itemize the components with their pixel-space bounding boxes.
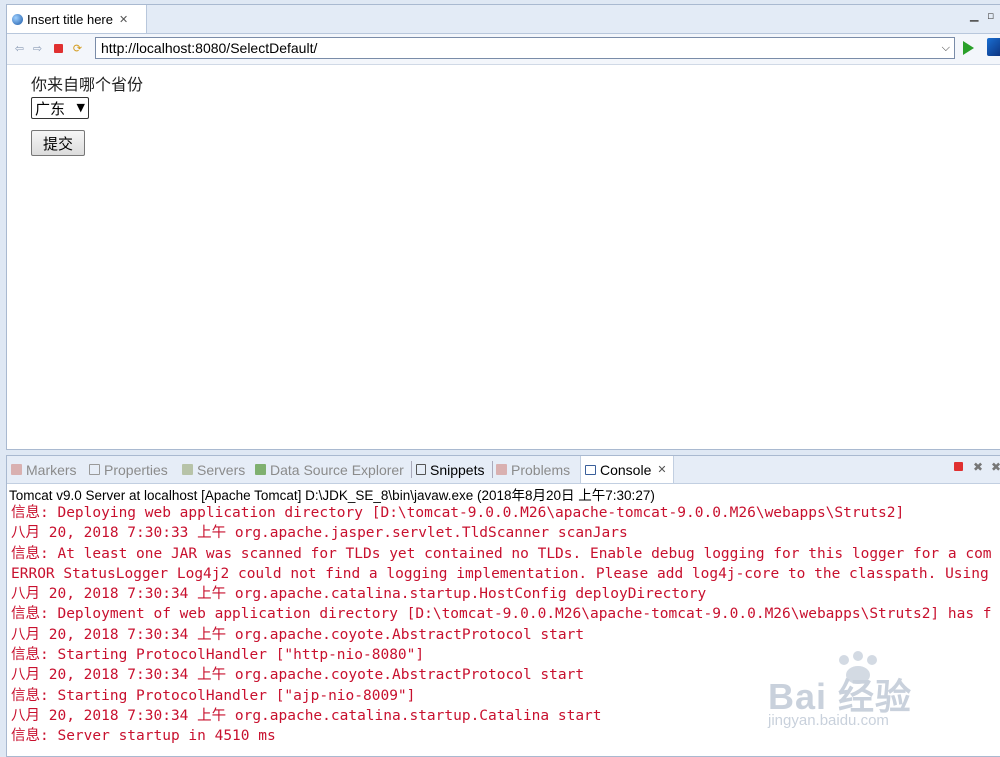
province-question: 你来自哪个省份 xyxy=(31,75,144,94)
terminate-icon[interactable] xyxy=(953,461,965,473)
database-icon xyxy=(255,464,266,475)
back-icon[interactable]: ⇦ xyxy=(13,42,26,55)
log-line: 八月 20, 2018 7:30:33 上午 org.apache.jasper… xyxy=(11,525,628,542)
tab-label: Problems xyxy=(511,461,571,478)
tab-label: Console xyxy=(600,461,652,478)
remove-all-icon[interactable]: ✖ xyxy=(990,461,1000,473)
tab-label: Markers xyxy=(26,461,77,478)
submit-button[interactable]: 提交 xyxy=(31,130,85,156)
tab-data-source-explorer[interactable]: Data Source Explorer xyxy=(255,456,404,483)
url-text: http://localhost:8080/SelectDefault/ xyxy=(101,40,318,56)
log-line: 信息: Deploying web application directory … xyxy=(11,505,905,521)
minimize-icon[interactable]: ▁ xyxy=(970,9,978,22)
external-browser-icon[interactable] xyxy=(987,38,1000,56)
editor-tab-insert-title[interactable]: Insert title here ✕ xyxy=(7,5,147,33)
console-icon xyxy=(585,464,596,475)
close-icon[interactable]: ✕ xyxy=(657,463,666,476)
tab-label: Properties xyxy=(104,461,168,478)
remove-launch-icon[interactable]: ✖ xyxy=(972,461,984,473)
tab-markers[interactable]: Markers xyxy=(11,456,77,483)
tab-separator xyxy=(411,461,412,478)
log-line: 八月 20, 2018 7:30:34 上午 org.apache.catali… xyxy=(11,586,707,603)
editor-tab-bar: Insert title here ✕ ▁ ▫ xyxy=(7,5,1000,34)
page-content: 你来自哪个省份 广东 ▼ 提交 xyxy=(7,65,1000,445)
refresh-icon[interactable]: ⟳ xyxy=(71,42,84,55)
go-icon[interactable] xyxy=(963,41,974,55)
tab-console[interactable]: Console ✕ xyxy=(580,456,674,483)
browser-editor: Insert title here ✕ ▁ ▫ ⇦ ⇨ ⟳ http://loc… xyxy=(6,4,1000,450)
tab-separator xyxy=(492,461,493,478)
tab-label: Data Source Explorer xyxy=(270,461,404,478)
log-line: 信息: At least one JAR was scanned for TLD… xyxy=(11,545,992,562)
tab-servers[interactable]: Servers xyxy=(182,456,245,483)
console-process-label: Tomcat v9.0 Server at localhost [Apache … xyxy=(9,488,655,503)
properties-icon xyxy=(89,464,100,475)
markers-icon xyxy=(11,464,22,475)
tab-label: Servers xyxy=(197,461,246,478)
view-tab-bar: Markers Properties Servers Data Source E… xyxy=(7,456,1000,484)
snippets-icon xyxy=(416,464,426,475)
baidu-watermark: Bai 经验 jingyan.baidu.com xyxy=(760,650,1000,740)
forward-icon[interactable]: ⇨ xyxy=(31,42,44,55)
log-line: ERROR StatusLogger Log4j2 could not find… xyxy=(11,565,989,582)
province-select-value: 广东 xyxy=(35,99,66,118)
tab-properties[interactable]: Properties xyxy=(89,456,168,483)
servers-icon xyxy=(182,464,193,475)
problems-icon xyxy=(496,464,507,475)
tab-snippets[interactable]: Snippets xyxy=(416,456,484,483)
chevron-down-icon[interactable]: ⌵ xyxy=(942,38,950,58)
maximize-icon[interactable]: ▫ xyxy=(987,9,994,22)
url-input[interactable]: http://localhost:8080/SelectDefault/ ⌵ xyxy=(95,37,955,59)
tab-problems[interactable]: Problems xyxy=(496,456,570,483)
stop-icon[interactable] xyxy=(52,42,65,55)
watermark-url: jingyan.baidu.com xyxy=(768,712,889,729)
browser-toolbar: ⇦ ⇨ ⟳ http://localhost:8080/SelectDefaul… xyxy=(7,34,1000,65)
editor-tab-label: Insert title here xyxy=(27,11,113,27)
close-icon[interactable]: ✕ xyxy=(119,13,128,26)
chevron-down-icon: ▼ xyxy=(76,101,85,114)
log-line: 八月 20, 2018 7:30:34 上午 org.apache.coyote… xyxy=(11,626,585,643)
log-line: 信息: Deployment of web application direct… xyxy=(11,606,992,623)
province-select[interactable]: 广东 ▼ xyxy=(31,97,89,119)
globe-icon xyxy=(12,13,23,25)
tab-label: Snippets xyxy=(430,461,485,478)
